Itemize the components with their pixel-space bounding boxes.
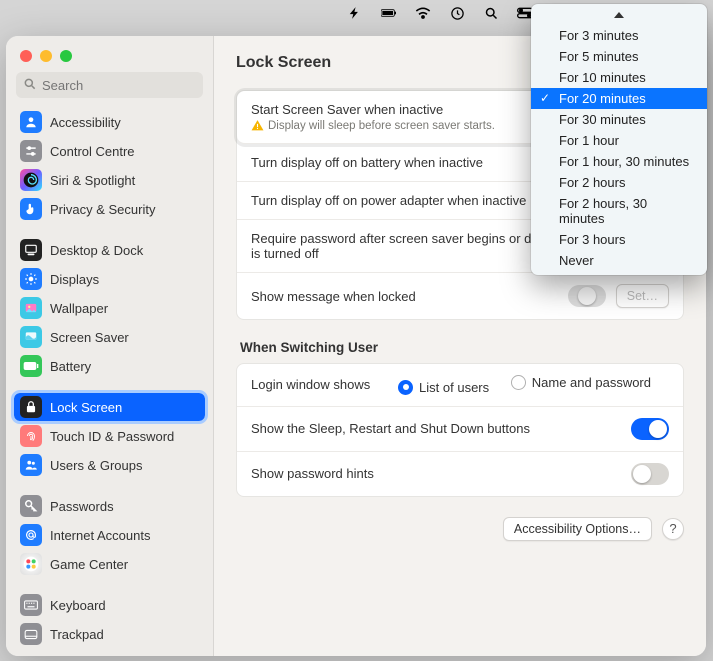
trackpad-icon <box>20 623 42 645</box>
dropdown-item[interactable]: For 3 minutes <box>531 25 707 46</box>
dropdown-item[interactable]: For 2 hours <box>531 172 707 193</box>
battery-icon <box>20 355 42 377</box>
sidebar-item-label: Desktop & Dock <box>50 243 143 258</box>
keyboard-icon <box>20 594 42 616</box>
battery-icon[interactable] <box>381 5 397 21</box>
wifi-icon[interactable] <box>415 5 431 21</box>
sidebar-item-battery[interactable]: Battery <box>14 352 205 380</box>
search-box <box>16 72 203 98</box>
close-window-button[interactable] <box>20 50 32 62</box>
sidebar-item-trackpad[interactable]: Trackpad <box>14 620 205 648</box>
sidebar-item-label: Internet Accounts <box>50 528 150 543</box>
sidebar-item-label: Siri & Spotlight <box>50 173 135 188</box>
screensaver-icon <box>20 326 42 348</box>
sidebar-item-users-groups[interactable]: Users & Groups <box>14 451 205 479</box>
sidebar-item-control-centre[interactable]: Control Centre <box>14 137 205 165</box>
minimize-window-button[interactable] <box>40 50 52 62</box>
sidebar-item-label: Trackpad <box>50 627 104 642</box>
image-icon <box>20 297 42 319</box>
bolt-icon[interactable] <box>347 5 363 21</box>
dropdown-item[interactable]: For 5 minutes <box>531 46 707 67</box>
sidebar-item-accessibility[interactable]: Accessibility <box>14 108 205 136</box>
sliders-icon <box>20 140 42 162</box>
zoom-window-button[interactable] <box>60 50 72 62</box>
sidebar-item-label: Game Center <box>50 557 128 572</box>
sidebar-item-label: Accessibility <box>50 115 121 130</box>
window-controls <box>6 36 213 72</box>
dropdown-item[interactable]: For 2 hours, 30 minutes <box>531 193 707 229</box>
switching-heading: When Switching User <box>240 340 680 355</box>
people-icon <box>20 454 42 476</box>
sidebar-item-label: Control Centre <box>50 144 135 159</box>
dropdown-item[interactable]: For 10 minutes <box>531 67 707 88</box>
footer: Accessibility Options… ? <box>236 517 684 541</box>
sidebar-list: Accessibility Control Centre Siri & Spotli… <box>6 108 213 656</box>
chevron-up-icon <box>614 12 624 18</box>
sidebar-item-keyboard[interactable]: Keyboard <box>14 591 205 619</box>
sidebar-item-game-center[interactable]: Game Center <box>14 550 205 578</box>
sidebar-item-lock-screen[interactable]: Lock Screen <box>14 393 205 421</box>
accessibility-options-button[interactable]: Accessibility Options… <box>503 517 652 541</box>
sidebar-item-label: Touch ID & Password <box>50 429 174 444</box>
dropdown-item[interactable]: For 3 hours <box>531 229 707 250</box>
timemachine-icon[interactable] <box>449 5 465 21</box>
hand-icon <box>20 198 42 220</box>
search-input[interactable] <box>16 72 203 98</box>
person-icon <box>20 111 42 133</box>
dock-icon <box>20 239 42 261</box>
at-icon <box>20 524 42 546</box>
sidebar-item-privacy-security[interactable]: Privacy & Security <box>14 195 205 223</box>
sidebar-item-displays[interactable]: Displays <box>14 265 205 293</box>
help-button[interactable]: ? <box>662 518 684 540</box>
warning-icon <box>251 119 264 132</box>
sun-icon <box>20 268 42 290</box>
search-icon <box>23 77 37 91</box>
sidebar-item-label: Battery <box>50 359 91 374</box>
dropdown-item[interactable]: For 30 minutes <box>531 109 707 130</box>
sidebar-item-screen-saver[interactable]: Screen Saver <box>14 323 205 351</box>
key-icon <box>20 495 42 517</box>
lock-icon <box>20 396 42 418</box>
dropdown-scroll-up[interactable] <box>531 8 707 25</box>
show-hints-toggle[interactable] <box>631 463 669 485</box>
sidebar-item-label: Wallpaper <box>50 301 108 316</box>
spotlight-icon[interactable] <box>483 5 499 21</box>
sidebar-item-passwords[interactable]: Passwords <box>14 492 205 520</box>
row-login-window: Login window shows List of users Name an… <box>237 364 683 407</box>
row-show-hints: Show password hints <box>237 452 683 496</box>
sidebar-item-siri-spotlight[interactable]: Siri & Spotlight <box>14 166 205 194</box>
show-message-toggle[interactable] <box>568 285 606 307</box>
sidebar-item-label: Passwords <box>50 499 114 514</box>
dropdown-item[interactable]: For 1 hour <box>531 130 707 151</box>
radio-name-password[interactable]: Name and password <box>511 375 651 390</box>
sidebar-item-label: Privacy & Security <box>50 202 155 217</box>
sidebar-item-label: Screen Saver <box>50 330 129 345</box>
sidebar-item-label: Users & Groups <box>50 458 142 473</box>
dropdown-item[interactable]: For 20 minutes <box>531 88 707 109</box>
game-icon <box>20 553 42 575</box>
dropdown-item[interactable]: Never <box>531 250 707 271</box>
row-show-message: Show message when locked Set… <box>237 273 683 319</box>
radio-list-of-users[interactable]: List of users <box>398 380 489 395</box>
fingerprint-icon <box>20 425 42 447</box>
sidebar-item-label: Displays <box>50 272 99 287</box>
sidebar-item-label: Keyboard <box>50 598 106 613</box>
switching-group: Login window shows List of users Name an… <box>236 363 684 497</box>
sidebar-item-touch-id[interactable]: Touch ID & Password <box>14 422 205 450</box>
duration-dropdown[interactable]: For 3 minutesFor 5 minutesFor 10 minutes… <box>531 4 707 275</box>
sidebar-item-desktop-dock[interactable]: Desktop & Dock <box>14 236 205 264</box>
row-show-sleep-buttons: Show the Sleep, Restart and Shut Down bu… <box>237 407 683 452</box>
siri-icon <box>20 169 42 191</box>
set-message-button[interactable]: Set… <box>616 284 669 308</box>
sidebar-item-wallpaper[interactable]: Wallpaper <box>14 294 205 322</box>
show-sleep-toggle[interactable] <box>631 418 669 440</box>
sidebar-item-internet-accounts[interactable]: Internet Accounts <box>14 521 205 549</box>
sidebar: Accessibility Control Centre Siri & Spotli… <box>6 36 214 656</box>
dropdown-item[interactable]: For 1 hour, 30 minutes <box>531 151 707 172</box>
sidebar-item-label: Lock Screen <box>50 400 122 415</box>
